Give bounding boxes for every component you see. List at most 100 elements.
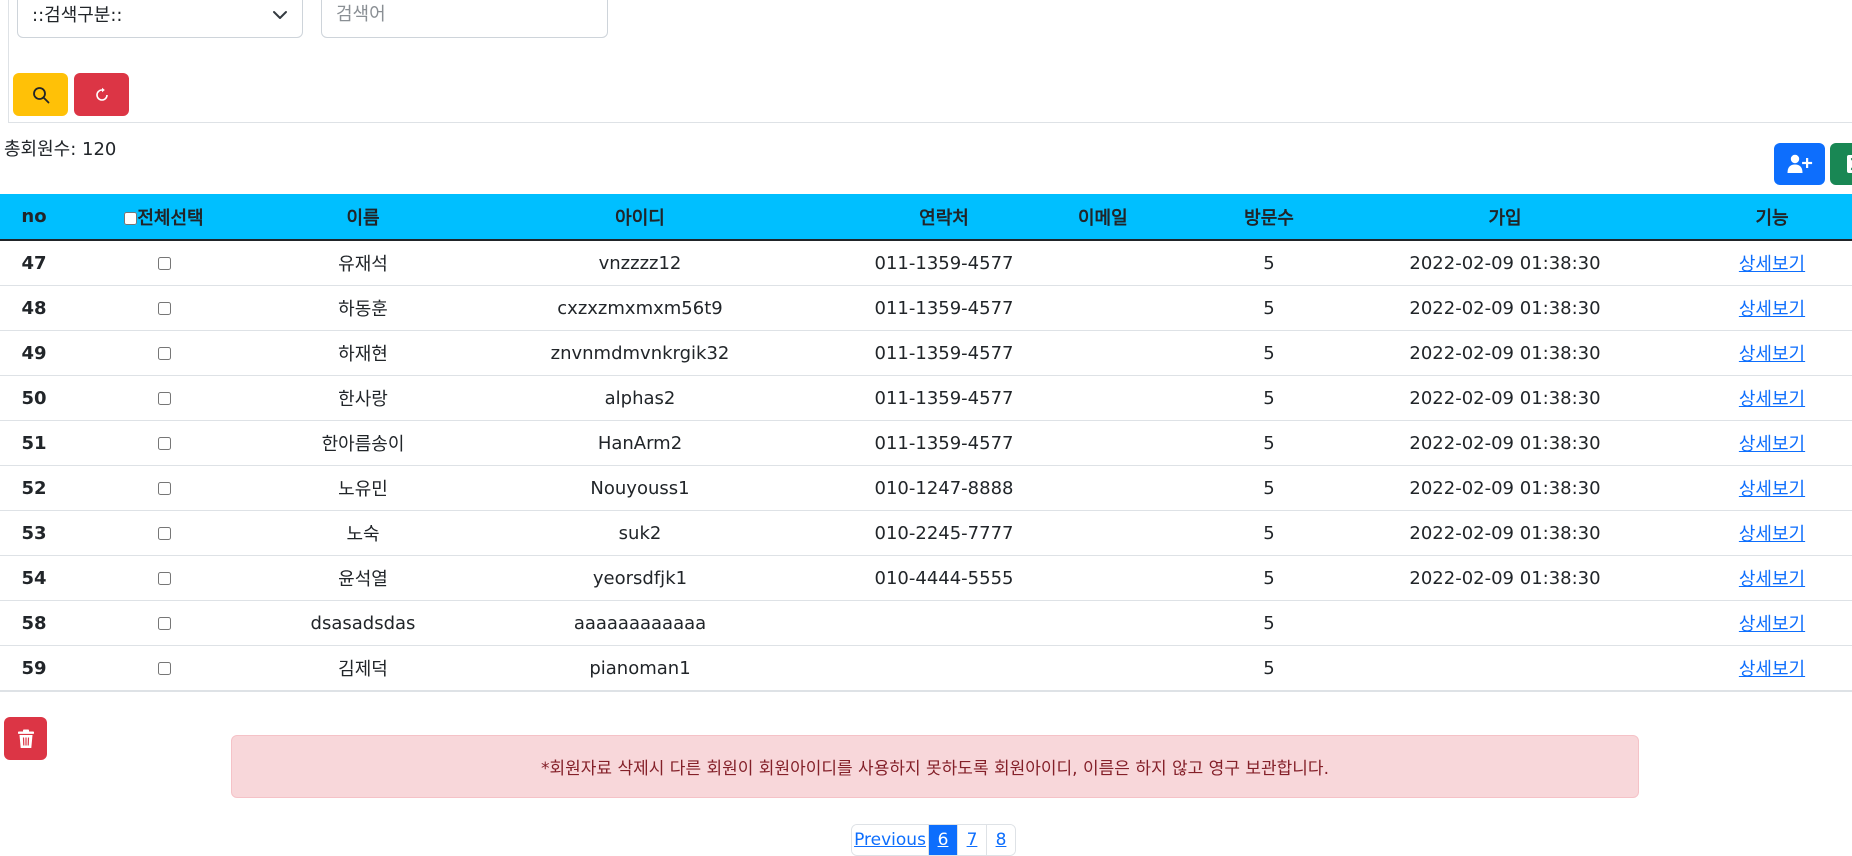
row-joined: 2022-02-09 01:38:30 (1318, 331, 1692, 376)
table-row: 53 노숙 suk2 010-2245-7777 5 2022-02-09 01… (0, 511, 1852, 556)
detail-link[interactable]: 상세보기 (1739, 299, 1805, 320)
row-checkbox[interactable] (158, 662, 171, 675)
table-row: 47 유재석 vnzzzz12 011-1359-4577 5 2022-02-… (0, 240, 1852, 286)
row-checkbox[interactable] (158, 617, 171, 630)
trash-icon (17, 729, 35, 749)
row-action-cell: 상세보기 (1692, 240, 1852, 286)
row-phone: 011-1359-4577 (814, 331, 1074, 376)
col-header-email: 이메일 (1074, 194, 1220, 240)
detail-link[interactable]: 상세보기 (1739, 434, 1805, 455)
page-6[interactable]: 6 (928, 825, 957, 855)
row-checkbox[interactable] (158, 392, 171, 405)
row-checkbox[interactable] (158, 257, 171, 270)
delete-notice-alert: *회원자료 삭제시 다른 회원이 회원아이디를 사용하지 못하도록 회원아이디,… (231, 735, 1639, 798)
table-row: 50 한사랑 alphas2 011-1359-4577 5 2022-02-0… (0, 376, 1852, 421)
row-select-cell (68, 286, 260, 331)
col-header-select-all[interactable]: 전체선택 (68, 194, 260, 240)
delete-notice-text: *회원자료 삭제시 다른 회원이 회원아이디를 사용하지 못하도록 회원아이디,… (541, 754, 1329, 779)
row-no: 48 (0, 286, 68, 331)
row-name: 노숙 (260, 511, 466, 556)
detail-link[interactable]: 상세보기 (1739, 659, 1805, 680)
total-member-count: 총회원수: 120 (4, 135, 116, 161)
row-select-cell (68, 556, 260, 601)
row-action-cell: 상세보기 (1692, 421, 1852, 466)
row-email (1074, 421, 1220, 466)
row-email (1074, 331, 1220, 376)
add-user-button[interactable] (1774, 143, 1825, 185)
row-checkbox[interactable] (158, 437, 171, 450)
detail-link[interactable]: 상세보기 (1739, 614, 1805, 635)
search-button[interactable] (13, 73, 68, 116)
select-all-checkbox[interactable] (124, 212, 137, 225)
row-select-cell (68, 601, 260, 646)
table-row: 51 한아름송이 HanArm2 011-1359-4577 5 2022-02… (0, 421, 1852, 466)
row-visits: 5 (1220, 601, 1318, 646)
row-phone: 011-1359-4577 (814, 421, 1074, 466)
excel-download-button[interactable] (1830, 143, 1852, 185)
row-phone: 010-2245-7777 (814, 511, 1074, 556)
detail-link[interactable]: 상세보기 (1739, 344, 1805, 365)
page-8[interactable]: 8 (986, 825, 1015, 855)
row-action-cell: 상세보기 (1692, 331, 1852, 376)
table-header-row: no 전체선택 이름 아이디 연락처 이메일 방문수 가입 기능 (0, 194, 1852, 240)
row-id: znvnmdmvnkrgik32 (466, 331, 814, 376)
search-keyword-input[interactable] (321, 0, 608, 38)
row-name: dsasadsdas (260, 601, 466, 646)
row-select-cell (68, 646, 260, 692)
row-email (1074, 286, 1220, 331)
row-id: alphas2 (466, 376, 814, 421)
row-no: 59 (0, 646, 68, 692)
delete-button[interactable] (4, 717, 47, 760)
row-checkbox[interactable] (158, 527, 171, 540)
table-row: 48 하동훈 cxzxzmxmxm56t9 011-1359-4577 5 20… (0, 286, 1852, 331)
page-previous[interactable]: Previous (852, 825, 928, 855)
row-name: 노유민 (260, 466, 466, 511)
row-name: 유재석 (260, 240, 466, 286)
row-joined: 2022-02-09 01:38:30 (1318, 466, 1692, 511)
row-joined: 2022-02-09 01:38:30 (1318, 556, 1692, 601)
row-no: 50 (0, 376, 68, 421)
detail-link[interactable]: 상세보기 (1739, 389, 1805, 410)
row-action-cell: 상세보기 (1692, 646, 1852, 692)
row-action-cell: 상세보기 (1692, 466, 1852, 511)
row-email (1074, 556, 1220, 601)
row-name: 하재현 (260, 331, 466, 376)
row-visits: 5 (1220, 466, 1318, 511)
pagination: Previous 6 7 8 (851, 824, 1016, 856)
col-header-name: 이름 (260, 194, 466, 240)
col-header-joined: 가입 (1318, 194, 1692, 240)
row-visits: 5 (1220, 240, 1318, 286)
row-id: Nouyouss1 (466, 466, 814, 511)
detail-link[interactable]: 상세보기 (1739, 479, 1805, 500)
row-action-cell: 상세보기 (1692, 286, 1852, 331)
row-no: 52 (0, 466, 68, 511)
row-name: 윤석열 (260, 556, 466, 601)
row-no: 47 (0, 240, 68, 286)
row-email (1074, 240, 1220, 286)
row-checkbox[interactable] (158, 572, 171, 585)
row-id: aaaaaaaaaaaa (466, 601, 814, 646)
row-id: cxzxzmxmxm56t9 (466, 286, 814, 331)
user-plus-icon (1787, 154, 1813, 174)
row-checkbox[interactable] (158, 302, 171, 315)
col-header-id: 아이디 (466, 194, 814, 240)
reset-button[interactable] (74, 73, 129, 116)
row-email (1074, 646, 1220, 692)
row-visits: 5 (1220, 511, 1318, 556)
detail-link[interactable]: 상세보기 (1739, 524, 1805, 545)
row-action-cell: 상세보기 (1692, 556, 1852, 601)
row-select-cell (68, 466, 260, 511)
row-checkbox[interactable] (158, 482, 171, 495)
row-select-cell (68, 376, 260, 421)
detail-link[interactable]: 상세보기 (1739, 254, 1805, 275)
row-phone: 010-1247-8888 (814, 466, 1074, 511)
row-select-cell (68, 331, 260, 376)
row-joined: 2022-02-09 01:38:30 (1318, 376, 1692, 421)
row-select-cell (68, 421, 260, 466)
refresh-icon (94, 87, 110, 103)
detail-link[interactable]: 상세보기 (1739, 569, 1805, 590)
row-joined (1318, 646, 1692, 692)
page-7[interactable]: 7 (957, 825, 986, 855)
search-type-select[interactable]: ::검색구분:: (17, 0, 303, 38)
row-checkbox[interactable] (158, 347, 171, 360)
